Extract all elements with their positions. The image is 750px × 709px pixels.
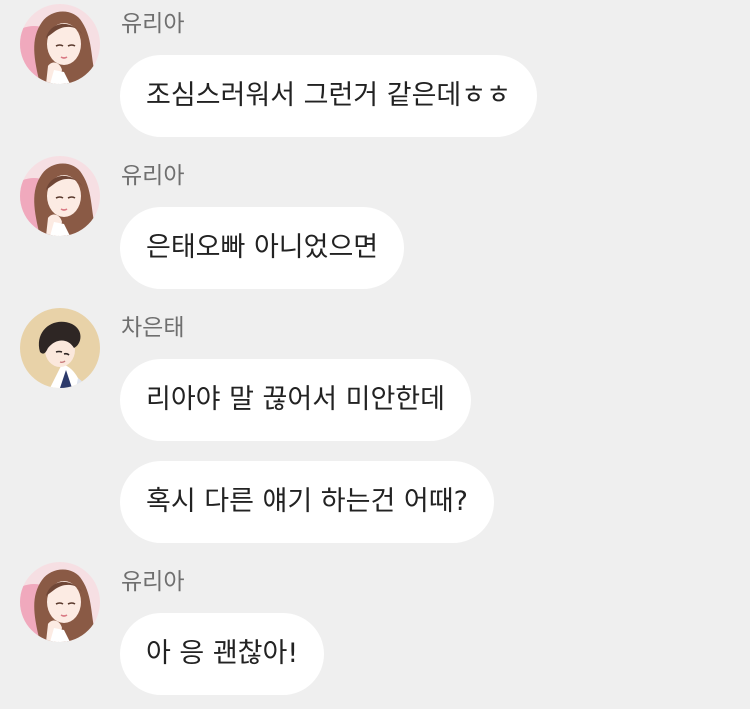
girl-avatar-icon[interactable] — [20, 156, 100, 236]
message-bubble[interactable]: 리아야 말 끊어서 미안한데 — [120, 359, 471, 441]
sender-name: 유리아 — [121, 163, 185, 189]
boy-avatar-icon[interactable] — [20, 308, 100, 388]
message-bubble[interactable]: 조심스러워서 그런거 같은데ㅎㅎ — [120, 55, 537, 137]
sender-name: 유리아 — [121, 569, 185, 595]
girl-avatar-icon[interactable] — [20, 4, 100, 84]
girl-avatar-icon[interactable] — [20, 562, 100, 642]
sender-name: 유리아 — [121, 11, 185, 37]
message-bubble[interactable]: 아 응 괜찮아! — [120, 613, 325, 695]
message-bubble[interactable]: 은태오빠 아니었으면 — [120, 207, 405, 289]
message-bubble[interactable]: 혹시 다른 얘기 하는건 어때? — [120, 461, 494, 543]
sender-name: 차은태 — [121, 315, 185, 341]
